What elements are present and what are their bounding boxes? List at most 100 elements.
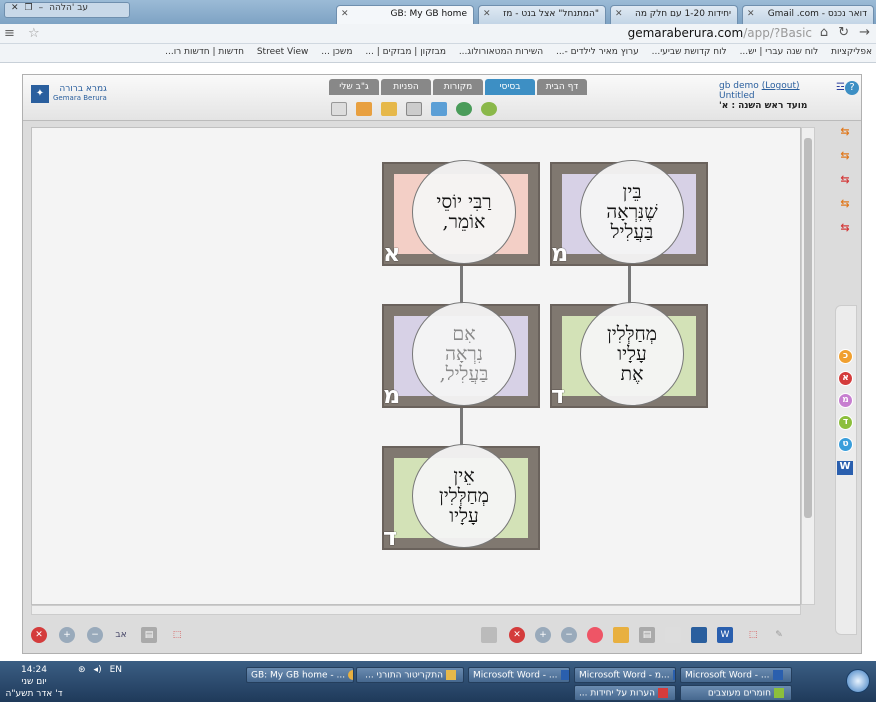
vertical-scrollbar[interactable] — [801, 127, 815, 605]
reload-icon[interactable]: ↻ — [838, 25, 849, 40]
cancel-icon[interactable]: ✕ — [509, 627, 525, 643]
scroll-thumb[interactable] — [804, 138, 812, 518]
bookmark-item[interactable]: השירות המטאורולוג... — [459, 47, 543, 57]
tab-basic[interactable]: בסיסי — [485, 79, 535, 95]
note-icon[interactable] — [613, 627, 629, 643]
start-button[interactable] — [846, 669, 870, 693]
window-controls[interactable]: ✕ ❐ – עב 'הלהה — [4, 2, 130, 18]
ruler-icon[interactable] — [481, 627, 497, 643]
bookmark-item[interactable]: מבזקון | מבזקים | ... — [365, 47, 446, 57]
card-mechalelin[interactable]: מְחַלְּלִין עָלָיו אֶת ד — [550, 302, 708, 408]
taskbar-button-word[interactable]: Microsoft Word - ... — [680, 667, 792, 683]
cut-icon[interactable] — [356, 102, 372, 116]
user-info: gb demo (Logout) Untitled מועד ראש השנה … — [719, 81, 831, 111]
add-card-icon[interactable]: ⇆ — [837, 197, 853, 211]
bookmark-item[interactable]: לוח קדושת שביעי... — [652, 47, 727, 57]
help-icon[interactable]: ? — [845, 81, 859, 95]
rainbow-icon[interactable] — [587, 627, 603, 643]
circle-alef-icon[interactable]: א — [838, 371, 853, 386]
zoom-out-icon[interactable]: − — [87, 627, 103, 643]
tab-references[interactable]: הפניות — [381, 79, 431, 95]
diagram-canvas[interactable]: בֵּין שֶׁנִּרְאָה בַּעֲלִיל מ רַבִּי יוֹ… — [31, 127, 801, 605]
language-flag-icon[interactable]: ☲ — [836, 82, 845, 93]
delete-card-icon[interactable]: ⇆ — [837, 221, 853, 235]
bookmark-item[interactable]: משכן ... — [321, 47, 352, 57]
card-bein[interactable]: בֵּין שֶׁנִּרְאָה בַּעֲלִיל מ — [550, 160, 708, 266]
close-icon[interactable]: ✕ — [31, 627, 47, 643]
bookmark-item[interactable]: לוח שנה עברי | יש... — [740, 47, 819, 57]
export-icon[interactable] — [431, 102, 447, 116]
word-export-icon[interactable]: W — [837, 461, 853, 475]
redo-icon[interactable] — [481, 102, 497, 116]
word-icon[interactable]: W — [717, 627, 733, 643]
bookmark-item[interactable]: ערוץ מאיר לילדים -... — [556, 47, 639, 57]
bookmark-item[interactable]: אפליקציות — [831, 47, 872, 57]
close-tab-icon[interactable]: ✕ — [747, 9, 755, 19]
network-icon[interactable]: ⊛ — [78, 665, 86, 675]
pdf-icon[interactable]: ⬚ — [169, 627, 185, 643]
font-size-icon[interactable]: אב — [113, 627, 129, 643]
window-tab-label: עב 'הלהה — [49, 3, 89, 13]
delete-card-icon[interactable]: ⇆ — [837, 173, 853, 187]
browser-window: ✕ ❐ – עב 'הלהה ✕ GB: My GB home ✕ "המתנחל"… — [0, 0, 876, 661]
home-icon[interactable]: ⌂ — [820, 25, 828, 40]
tab-home[interactable]: דף הבית — [537, 79, 587, 95]
add-card-icon[interactable]: ⇆ — [837, 125, 853, 139]
circle-mem-icon[interactable]: מ — [838, 393, 853, 408]
close-tab-icon[interactable]: ✕ — [615, 9, 623, 19]
address-bar[interactable]: ≡ ☆ gemaraberura.com/app/?Basic — [4, 26, 818, 42]
star-icon[interactable]: ☆ — [28, 26, 40, 41]
card-letter: ד — [383, 523, 398, 551]
circle-dalet-icon[interactable]: ד — [838, 415, 853, 430]
close-tab-icon[interactable]: ✕ — [341, 9, 349, 19]
app-toolbar — [331, 102, 497, 116]
bookmark-item[interactable]: חדשות | חדשות רו... — [165, 47, 244, 57]
browser-tab-gmail[interactable]: ✕ דואר נכנס - Gmail .com — [742, 5, 874, 24]
pdf-icon[interactable]: ⬚ — [745, 627, 761, 643]
circle-kaf-icon[interactable]: כ — [838, 349, 853, 364]
restore-window-icon[interactable]: ❐ — [25, 3, 33, 17]
volume-icon[interactable]: ◂) — [94, 665, 102, 675]
app-logo[interactable]: ✦ גמרא ברורה Gemara Berura — [31, 85, 107, 103]
word-icon — [560, 670, 569, 680]
save-icon[interactable] — [406, 102, 422, 116]
bookmark-item[interactable]: Street View — [257, 47, 309, 57]
taskbar-button-folder[interactable]: התקריטור התורני ... — [356, 667, 464, 683]
forward-icon[interactable]: → — [859, 25, 870, 40]
system-clock[interactable]: 14:24 יום שני ד' אדר תשע"ה — [4, 664, 64, 700]
layout-icon[interactable] — [691, 627, 707, 643]
print-icon[interactable]: ▤ — [639, 627, 655, 643]
circle-tet-icon[interactable]: ט — [838, 437, 853, 452]
menu-icon[interactable]: ≡ — [4, 26, 15, 41]
browser-tab-bennett[interactable]: ✕ "המתנחל" אצל בנט - מז — [478, 5, 606, 24]
tab-my-gb[interactable]: ג"ב שלי — [329, 79, 379, 95]
browser-tab-units[interactable]: ✕ יחידות 1-20 עם חלק מה — [610, 5, 738, 24]
language-indicator[interactable]: EN — [110, 665, 122, 675]
zoom-in-icon[interactable]: + — [59, 627, 75, 643]
zoom-out-icon[interactable]: − — [561, 627, 577, 643]
document-icon — [658, 688, 668, 698]
close-tab-icon[interactable]: ✕ — [483, 9, 491, 19]
taskbar-button-chrome[interactable]: GB: My GB home - ... — [246, 667, 354, 683]
zoom-in-icon[interactable]: + — [535, 627, 551, 643]
taskbar-button-word[interactable]: Microsoft Word - מ... — [574, 667, 676, 683]
taskbar-button-materials[interactable]: חומרים מעוצבים — [680, 685, 792, 701]
page-icon[interactable] — [665, 627, 681, 643]
new-page-icon[interactable] — [331, 102, 347, 116]
logout-link[interactable]: (Logout) — [762, 81, 800, 91]
pencil-icon[interactable]: ✎ — [771, 627, 787, 643]
print-icon[interactable]: ▤ — [141, 627, 157, 643]
horizontal-scrollbar[interactable] — [31, 605, 801, 615]
card-ein[interactable]: אֵין מְחַלְּלִין עָלָיו ד — [382, 444, 540, 551]
tab-sources[interactable]: מקורות — [433, 79, 483, 95]
undo-icon[interactable] — [456, 102, 472, 116]
browser-tab-gb-home[interactable]: ✕ GB: My GB home — [336, 5, 474, 24]
taskbar-button-notes[interactable]: הערות על יחידות ... — [574, 685, 676, 701]
folder-icon[interactable] — [381, 102, 397, 116]
add-card-icon[interactable]: ⇆ — [837, 149, 853, 163]
card-im[interactable]: אִם נִרְאָה בַּעֲלִיל, מ — [382, 302, 540, 408]
close-window-icon[interactable]: ✕ — [11, 3, 19, 17]
minimize-window-icon[interactable]: – — [39, 3, 44, 17]
card-rabbi-yosi[interactable]: רַבִּי יוֹסֵי אוֹמֵר, א — [382, 160, 540, 266]
taskbar-button-word[interactable]: Microsoft Word - ... — [468, 667, 570, 683]
